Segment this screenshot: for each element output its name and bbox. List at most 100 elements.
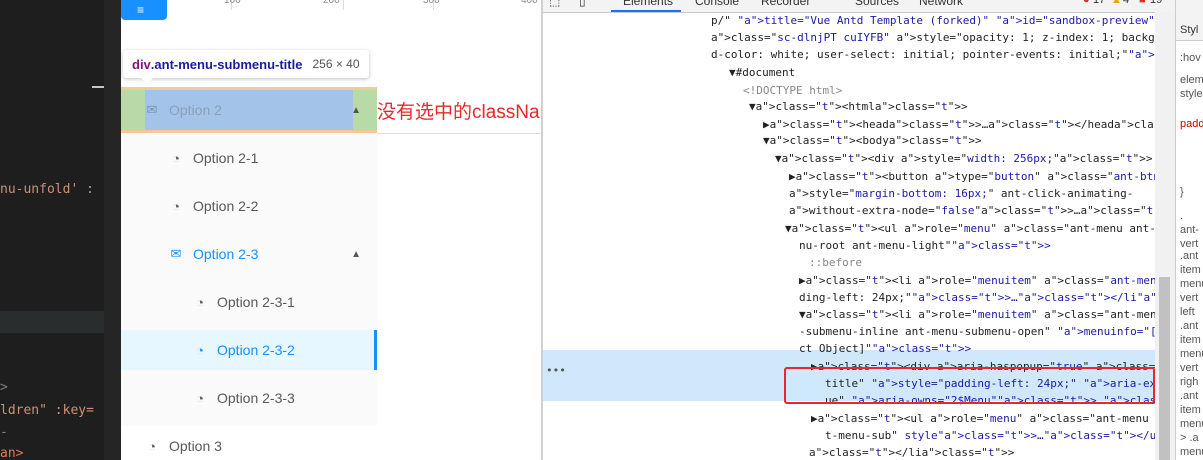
- style-rule-fragment: righ: [1180, 376, 1199, 388]
- error-icon[interactable]: ●: [1083, 0, 1090, 6]
- menu-item-option-3[interactable]: ◔ Option 3: [121, 426, 377, 460]
- select-element-icon[interactable]: ⬚: [549, 0, 560, 8]
- preview-pane: 100 200 300 400 ≡ ✉ Option 2 ▲ ◔ Option …: [121, 0, 542, 460]
- dom-line[interactable]: -submenu-inline ant-menu-submenu-open" "…: [799, 323, 1175, 340]
- dom-line[interactable]: ct Object]""a">class="t">>: [799, 340, 971, 357]
- pie-chart-icon: ◔: [196, 342, 204, 358]
- dom-line[interactable]: ::before: [809, 254, 862, 271]
- style-rule-fragment: ant-: [1180, 224, 1199, 236]
- tooltip-class: .ant-menu-submenu-title: [150, 56, 303, 72]
- style-rule-fragment: menu: [1180, 418, 1203, 430]
- scrollbar-thumb[interactable]: [1159, 277, 1170, 460]
- tooltip-arrow: [141, 78, 153, 84]
- dom-line[interactable]: ▼#document: [729, 64, 795, 81]
- menu-submenu-option-2[interactable]: ✉ Option 2 ▲: [121, 87, 377, 133]
- current-line-highlight: [0, 311, 121, 333]
- style-rule-fragment: menu: [1180, 348, 1203, 360]
- menu-item-option-2-3-2[interactable]: ◔ Option 2-3-2: [121, 330, 377, 370]
- menu-item-option-2-1[interactable]: ◔ Option 2-1: [121, 138, 377, 178]
- code-editor-panel[interactable]: nu-unfold' : > ldren" :key= - an>: [0, 0, 121, 460]
- dom-line[interactable]: t-menu-sub" style"a">class="t">>…"a">cla…: [825, 427, 1175, 444]
- dom-line[interactable]: ▶a">class="t"><button a">type="button" a…: [789, 168, 1175, 185]
- dom-line[interactable]: <!DOCTYPE html>: [743, 82, 842, 99]
- dom-line[interactable]: ▼a">class="t"><ul a">role="menu" a">clas…: [785, 220, 1175, 237]
- tooltip-tag: div: [132, 56, 151, 72]
- tab-recorder[interactable]: Recorder: [761, 0, 810, 8]
- styles-tab[interactable]: Styl: [1180, 24, 1198, 36]
- mail-icon: ✉: [170, 246, 182, 261]
- tab-sources[interactable]: Sources: [855, 0, 899, 8]
- style-rule-fragment: menu: [1180, 446, 1203, 458]
- node-actions-ellipsis[interactable]: •••: [546, 362, 566, 379]
- tab-elements[interactable]: Elements: [623, 0, 673, 8]
- dom-line[interactable]: nu-root ant-menu-light""a">class="t">>: [799, 237, 1051, 254]
- editor-scrollbar[interactable]: [104, 0, 121, 460]
- dom-line[interactable]: ▼a">class="t"><div a">style="width: 256p…: [775, 150, 1153, 167]
- pie-chart-icon: ◔: [172, 198, 180, 214]
- tab-console[interactable]: Console: [695, 0, 739, 8]
- dom-line[interactable]: ▶a">class="t"><li a">role="menuitem" a">…: [799, 272, 1175, 289]
- dom-line[interactable]: a">class="sc-dlnjPT cuIYFB" a">style="op…: [711, 29, 1175, 46]
- editor-dash-mark: [92, 86, 104, 88]
- menu-label: Option 2-2: [193, 198, 259, 214]
- menu-item-option-2-2[interactable]: ◔ Option 2-2: [121, 186, 377, 226]
- style-rule-fragment: item: [1180, 404, 1201, 416]
- style-rule-fragment: eleme: [1180, 74, 1203, 86]
- mail-icon: ✉: [146, 102, 158, 117]
- menu-label: Option 2-3: [193, 246, 259, 262]
- style-rule-fragment: :hov: [1180, 52, 1201, 64]
- code-line: -: [0, 425, 8, 440]
- style-rule-fragment: vert: [1180, 238, 1199, 250]
- code-line: >: [0, 380, 8, 395]
- issue-icon[interactable]: ■: [1139, 0, 1146, 6]
- ruler-tick: 300: [423, 0, 440, 6]
- dom-line[interactable]: ding-left: 24px;""a">class="t">>…"a">cla…: [799, 289, 1175, 306]
- menu-item-option-2-3-1[interactable]: ◔ Option 2-3-1: [121, 282, 377, 322]
- menu-label: Option 2-3-3: [217, 390, 295, 406]
- dom-line[interactable]: p/" "a">title="Vue Antd Template (forked…: [711, 12, 1155, 29]
- menu-item-option-2-3-3[interactable]: ◔ Option 2-3-3: [121, 378, 377, 418]
- dom-line[interactable]: ▼a">class="t"><li a">role="menuitem" a">…: [799, 306, 1175, 323]
- dom-line[interactable]: d-color: white; user-select: initial; po…: [711, 46, 1175, 63]
- dom-line[interactable]: a">without-extra-node="false"a">class="t…: [789, 202, 1175, 219]
- style-rule-fragment: }: [1180, 186, 1184, 198]
- style-rule-fragment: vert: [1180, 292, 1199, 304]
- style-rule-fragment: vert: [1180, 362, 1199, 374]
- menu-label: Option 2-1: [193, 150, 259, 166]
- dom-tree-scrollbar[interactable]: [1155, 12, 1175, 460]
- code-line: ldren" :key=: [0, 403, 94, 418]
- dom-line[interactable]: ▼a">class="t"><htmla">class="t">>: [749, 98, 968, 115]
- device-toggle-icon[interactable]: ▯: [579, 0, 586, 8]
- tooltip-dimensions: 256 × 40: [312, 57, 360, 71]
- code-line: nu-unfold' :: [0, 182, 94, 197]
- dom-line[interactable]: ▶a">class="t"><ul a">role="menu" a">clas…: [811, 410, 1175, 427]
- tab-network[interactable]: Network: [919, 0, 963, 8]
- annotation-divider: [377, 133, 542, 134]
- style-rule-fragment: item: [1180, 334, 1201, 346]
- menu-label: Option 2-3-2: [217, 342, 295, 358]
- styles-panel[interactable]: Styl :hovelemestylepadd}.ant-vert.antite…: [1175, 0, 1203, 460]
- element-inspect-tooltip: div .ant-menu-submenu-title 256 × 40: [123, 50, 369, 78]
- highlight-box: [784, 367, 1155, 404]
- chevron-up-icon: ▲: [351, 104, 361, 116]
- style-rule-fragment: style: [1180, 88, 1203, 100]
- pie-chart-icon: ◔: [172, 150, 180, 166]
- dom-line[interactable]: ▶a">class="t"><heada">class="t">>…a">cla…: [763, 116, 1175, 133]
- dom-line[interactable]: a">class="t"></lia">class="t">>: [809, 444, 1014, 460]
- elements-dom-tree[interactable]: ••• p/" "a">title="Vue Antd Template (fo…: [543, 12, 1175, 460]
- style-rule-fragment: .: [1180, 210, 1184, 222]
- chevron-up-icon: ▲: [351, 248, 361, 260]
- pie-chart-icon: ◔: [196, 390, 204, 406]
- warning-icon[interactable]: ▲: [1111, 0, 1122, 6]
- menu-submenu-option-2-3[interactable]: ✉ Option 2-3 ▲: [121, 234, 377, 274]
- dom-line[interactable]: ▼a">class="t"><bodya">class="t">>: [763, 132, 982, 149]
- devtools-panel: ⬚ ▯ Elements Console Recorder Sources Ne…: [543, 0, 1175, 460]
- dom-line[interactable]: a">style="margin-bottom: 16px;" ant-clic…: [789, 185, 1133, 202]
- style-rule-fragment: padd: [1180, 118, 1203, 130]
- error-count: 17: [1093, 0, 1106, 6]
- style-rule-fragment: .ant: [1180, 320, 1199, 332]
- menu-label: Option 2: [169, 102, 222, 118]
- style-rule-fragment: .ant: [1180, 250, 1199, 262]
- selected-indicator: [374, 330, 377, 370]
- menu-toggle-button[interactable]: ≡: [121, 0, 167, 20]
